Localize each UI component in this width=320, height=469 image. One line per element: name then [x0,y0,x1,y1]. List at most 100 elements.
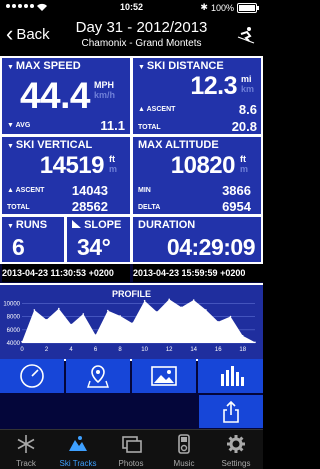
photo-button[interactable] [132,359,196,393]
max-altitude-unit: ft [240,154,246,164]
avg-label: AVG [15,122,31,129]
photo-icon [151,366,177,386]
triangle-up-icon: ▲ [138,106,147,113]
profile-point [82,313,85,315]
duration-panel: DURATION 04:29:09 [131,215,263,264]
action-buttons [0,359,263,393]
triangle-down-icon: ▼ [7,64,16,71]
runs-value: 6 [12,234,25,260]
ski-vertical-value: 14519 [39,152,105,179]
profile-point [94,334,97,336]
tab-label-photos: Photos [118,459,144,468]
ipod-icon [178,434,190,454]
skier-icon[interactable] [237,26,255,44]
snowflake-icon [17,435,35,453]
max-speed-unit-secondary: km/h [94,90,116,100]
tab-label-ski-tracks: Ski Tracks [59,459,97,468]
vertical-total-value: 28562 [71,199,108,214]
share-button[interactable] [199,395,263,428]
vertical-ascent-label: ASCENT [15,187,45,194]
delta-label: DELTA [138,204,161,211]
x-tick-label: 16 [215,347,222,353]
profile-chart: PROFILE 10000 8000 6000 4000 0 2 4 6 8 10 12 14 16 18 [0,283,263,361]
tab-track[interactable]: Track [0,430,52,469]
ski-vertical-unit-secondary: m [109,164,118,174]
delta-value: 6954 [222,199,251,214]
profile-point [180,306,183,309]
profile-point [131,322,134,324]
x-tick-label: 10 [141,347,148,353]
profile-area [22,299,255,343]
max-altitude-value: 10820 [170,152,236,179]
bar-chart-icon [220,366,244,386]
avg-value: 11.1 [100,118,125,133]
speedometer-button[interactable] [0,359,64,393]
triangle-down-icon: ▼ [7,122,16,129]
end-timestamp: 2013-04-23 15:59:59 +0200 [133,264,263,282]
speedometer-icon [20,364,44,388]
total-value: 20.8 [231,119,257,134]
tab-label-music: Music [173,459,195,468]
navigation-bar: ‹ Back Day 31 - 2012/2013 Chamonix - Gra… [0,16,263,56]
x-tick-label: 2 [45,347,49,353]
battery-icon [237,2,259,13]
start-timestamp: 2013-04-23 11:30:53 +0200 [2,264,130,282]
profile-point [107,309,109,312]
ski-distance-unit-secondary: km [241,84,255,94]
x-tick-label: 8 [118,347,122,353]
x-tick-label: 14 [190,347,197,353]
map-pin-icon [87,365,109,388]
profile-point [143,299,146,302]
ski-vertical-title: SKI VERTICAL [15,139,93,151]
max-speed-value: 44.4 [19,75,91,116]
tab-photos[interactable]: Photos [105,430,157,469]
back-button[interactable]: ‹ Back [6,21,50,46]
x-tick-label: 12 [166,347,173,353]
triangle-down-icon: ▼ [7,223,16,230]
ascent-value: 8.6 [238,102,257,117]
duration-value: 04:29:09 [166,234,256,260]
slope-title: SLOPE [84,219,122,231]
gear-icon [227,435,245,453]
profile-point [254,341,256,344]
page-subtitle: Chamonix - Grand Montets [81,38,202,49]
ascent-label: ASCENT [146,106,176,113]
max-altitude-panel: MAX ALTITUDE 10820 ft m MIN 3866 DELTA 69… [131,135,263,216]
share-icon [223,400,239,423]
battery-percent: 100% [210,2,234,13]
bluetooth-icon: ✱ [200,2,208,12]
y-tick-label: 4000 [7,341,21,347]
tab-music[interactable]: Music [158,430,210,469]
status-bar: 10:52 ✱ 100% [0,0,263,16]
ski-vertical-unit: ft [109,154,115,164]
map-button[interactable] [66,359,130,393]
profile-point [21,340,23,343]
y-tick-label: 10000 [3,301,20,307]
chevron-left-icon: ‹ [6,21,14,46]
profile-chart-svg: 10000 8000 6000 40000 2 4 6 8 10 12 14 16 18 [3,298,256,353]
tab-label-settings: Settings [221,459,251,468]
runs-panel: ▼ RUNS 6 [0,215,66,264]
photos-icon [122,436,142,453]
page-title: Day 31 - 2012/2013 [75,19,208,36]
tab-label-track: Track [16,459,36,468]
x-tick-label: 4 [69,347,73,353]
triangle-down-icon: ▼ [138,64,147,71]
ski-distance-value: 12.3 [190,72,237,100]
vertical-total-label: TOTAL [7,204,30,211]
ski-vertical-panel: ▼ SKI VERTICAL 14519 ft m ▲ ASCENT 14043 … [0,135,132,216]
max-speed-unit: MPH [94,80,114,90]
profile-point [217,321,219,323]
slope-value: 34° [77,234,111,260]
ski-distance-title: SKI DISTANCE [146,60,224,72]
min-value: 3866 [222,183,251,198]
tab-bar: Track Ski Tracks Photos Music Settings [0,429,263,469]
profile-point [45,319,48,321]
profile-point [205,309,207,311]
vertical-ascent-value: 14043 [71,183,108,198]
tab-ski-tracks[interactable]: Ski Tracks [52,430,104,469]
tab-settings[interactable]: Settings [210,430,262,469]
duration-title: DURATION [138,219,196,231]
stats-button[interactable] [198,359,263,393]
max-altitude-unit-secondary: m [240,164,249,174]
